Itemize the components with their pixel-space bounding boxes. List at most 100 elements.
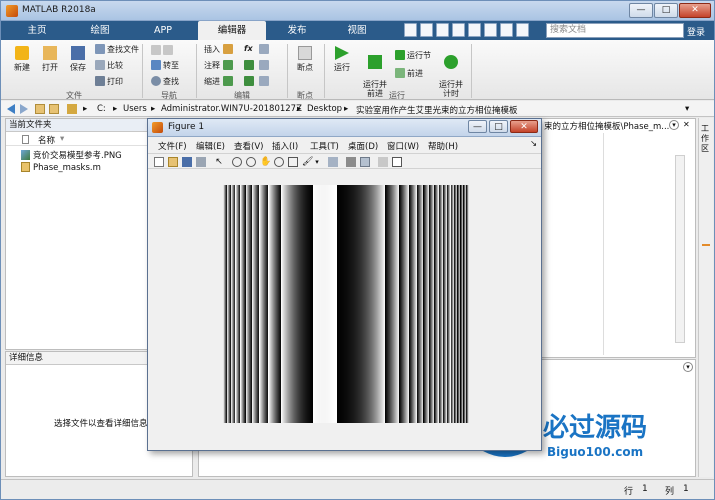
up-folder-icon[interactable] xyxy=(35,104,45,114)
figure-close-button[interactable]: ✕ xyxy=(510,120,538,133)
save-figure-icon[interactable] xyxy=(182,157,192,167)
advance-button[interactable]: 前进 xyxy=(395,68,423,79)
mask-column xyxy=(386,185,388,423)
find-button[interactable]: 查找 xyxy=(151,76,179,87)
zoom-out-icon[interactable] xyxy=(246,157,256,167)
smart-indent-icon[interactable] xyxy=(244,76,256,86)
editor-path: 束的立方相位掩模板\Phase_m... xyxy=(544,122,670,132)
tab-publish[interactable]: 发布 xyxy=(269,21,325,40)
figure-menu-window[interactable]: 窗口(W) xyxy=(387,140,419,152)
pan-hand-icon[interactable]: ✋ xyxy=(260,157,271,167)
mask-column xyxy=(226,185,228,423)
save-button[interactable]: 保存 xyxy=(65,46,91,73)
minimize-button[interactable]: — xyxy=(629,3,653,18)
back-icon[interactable] xyxy=(7,104,15,114)
tab-home[interactable]: 主页 xyxy=(9,21,65,40)
quick-paste-icon[interactable] xyxy=(452,23,465,37)
quick-help-icon[interactable] xyxy=(516,23,529,37)
login-link[interactable]: 登录 xyxy=(687,25,705,38)
zoom-in-icon[interactable] xyxy=(232,157,242,167)
tab-view[interactable]: 视图 xyxy=(329,21,385,40)
insert-legend-icon[interactable] xyxy=(360,157,370,167)
edit-plot-arrow-icon[interactable]: ↖ xyxy=(214,157,224,167)
editor-scrollbar[interactable] xyxy=(675,155,685,343)
name-column-header[interactable]: 名称 xyxy=(38,134,55,146)
workspace-tab[interactable]: 工作区 xyxy=(701,124,711,154)
insert-colorbar-icon[interactable] xyxy=(346,157,356,167)
mask-column xyxy=(334,185,336,423)
quick-save-icon[interactable] xyxy=(404,23,417,37)
figure-menu-insert[interactable]: 插入(I) xyxy=(272,140,298,152)
wrap-comment-icon[interactable] xyxy=(259,60,271,70)
command-window-menu-icon[interactable]: ▾ xyxy=(683,362,693,372)
find-files-button[interactable]: 查找文件 xyxy=(95,44,139,55)
file-name: Phase_masks.m xyxy=(33,163,101,173)
close-button[interactable]: ✕ xyxy=(679,3,711,18)
mask-column xyxy=(337,185,339,423)
quick-undo-icon[interactable] xyxy=(468,23,481,37)
indent-button[interactable]: 缩进 xyxy=(204,76,235,87)
insert-button[interactable]: 插入 xyxy=(204,44,235,55)
quick-switch-windows-icon[interactable] xyxy=(500,23,513,37)
figure-minimize-button[interactable]: — xyxy=(468,120,487,133)
figure-menu-desktop[interactable]: 桌面(D) xyxy=(348,140,378,152)
open-button[interactable]: 打开 xyxy=(37,46,63,73)
rotate-3d-icon[interactable] xyxy=(274,157,284,167)
tab-apps[interactable]: APP xyxy=(135,21,191,40)
figure-menu-file[interactable]: 文件(F) xyxy=(158,140,187,152)
tab-editor[interactable]: 编辑器 xyxy=(198,21,266,40)
brush-dropdown-icon[interactable]: ▾ xyxy=(312,157,322,167)
tab-plots[interactable]: 绘图 xyxy=(69,21,131,40)
run-section-button[interactable]: 运行节 xyxy=(395,50,431,61)
m-file-icon xyxy=(21,162,30,172)
figure-menu-view[interactable]: 查看(V) xyxy=(234,140,263,152)
figure-maximize-button[interactable]: □ xyxy=(489,120,508,133)
list-item[interactable]: Phase_masks.m xyxy=(21,162,101,173)
forward-icon[interactable] xyxy=(20,104,28,114)
compare-button[interactable]: 比较 xyxy=(95,60,123,71)
editor-menu-icon[interactable]: ▾ xyxy=(669,120,679,130)
quick-redo-icon[interactable] xyxy=(484,23,497,37)
mask-column xyxy=(428,185,430,423)
figure-menu-tools[interactable]: 工具(T) xyxy=(310,140,339,152)
maximize-button[interactable]: □ xyxy=(654,3,678,18)
fx-button[interactable]: fx xyxy=(244,44,253,53)
figure-menu-help[interactable]: 帮助(H) xyxy=(428,140,458,152)
print-button[interactable]: 打印 xyxy=(95,76,123,87)
quick-cut-icon[interactable] xyxy=(420,23,433,37)
goto-button[interactable]: 转至 xyxy=(151,60,179,71)
brush-icon[interactable]: 🖌 xyxy=(302,157,313,167)
search-documentation-input[interactable]: 搜索文档 xyxy=(546,23,684,38)
breadcrumb-admin[interactable]: Administrator.WIN7U-20180127Z xyxy=(161,104,302,114)
print-figure-icon[interactable] xyxy=(196,157,206,167)
editor-close-icon[interactable]: ✕ xyxy=(683,120,690,129)
comment-button[interactable]: 注释 xyxy=(204,60,235,71)
figure-menu-edit[interactable]: 编辑(E) xyxy=(196,140,225,152)
edit-more-icon[interactable] xyxy=(259,44,271,54)
show-plot-tools-icon[interactable] xyxy=(392,157,402,167)
breadcrumb-folder[interactable]: 实验室用作产生艾里光束的立方相位掩模板 xyxy=(356,104,518,116)
percent-comment-icon[interactable] xyxy=(244,60,256,70)
mask-column xyxy=(363,185,365,423)
address-dropdown-icon[interactable]: ▾ xyxy=(685,104,689,114)
breadcrumb-desktop[interactable]: Desktop xyxy=(307,104,342,114)
hide-plot-tools-icon[interactable] xyxy=(378,157,388,167)
quick-copy-icon[interactable] xyxy=(436,23,449,37)
figure-menu-dock-icon[interactable]: ↘ xyxy=(530,139,537,149)
breadcrumb-drive[interactable]: C: xyxy=(97,104,106,114)
new-button[interactable]: 新建 xyxy=(9,46,35,73)
mask-column xyxy=(225,185,227,423)
link-plot-icon[interactable] xyxy=(328,157,338,167)
decrease-indent-icon[interactable] xyxy=(259,76,271,86)
browse-folder-icon[interactable] xyxy=(49,104,59,114)
new-figure-icon[interactable] xyxy=(154,157,164,167)
breakpoints-button[interactable]: 断点 xyxy=(291,46,319,73)
list-item[interactable]: 竞价交易模型参考.PNG xyxy=(21,149,122,161)
nav-back-forward[interactable] xyxy=(151,45,175,55)
open-file-icon[interactable] xyxy=(168,157,178,167)
sort-arrow-icon[interactable]: ▾ xyxy=(60,134,64,144)
breadcrumb-users[interactable]: Users xyxy=(123,104,147,114)
open-button-label: 打开 xyxy=(42,63,58,72)
run-button[interactable]: 运行 xyxy=(329,46,355,73)
data-cursor-icon[interactable] xyxy=(288,157,298,167)
